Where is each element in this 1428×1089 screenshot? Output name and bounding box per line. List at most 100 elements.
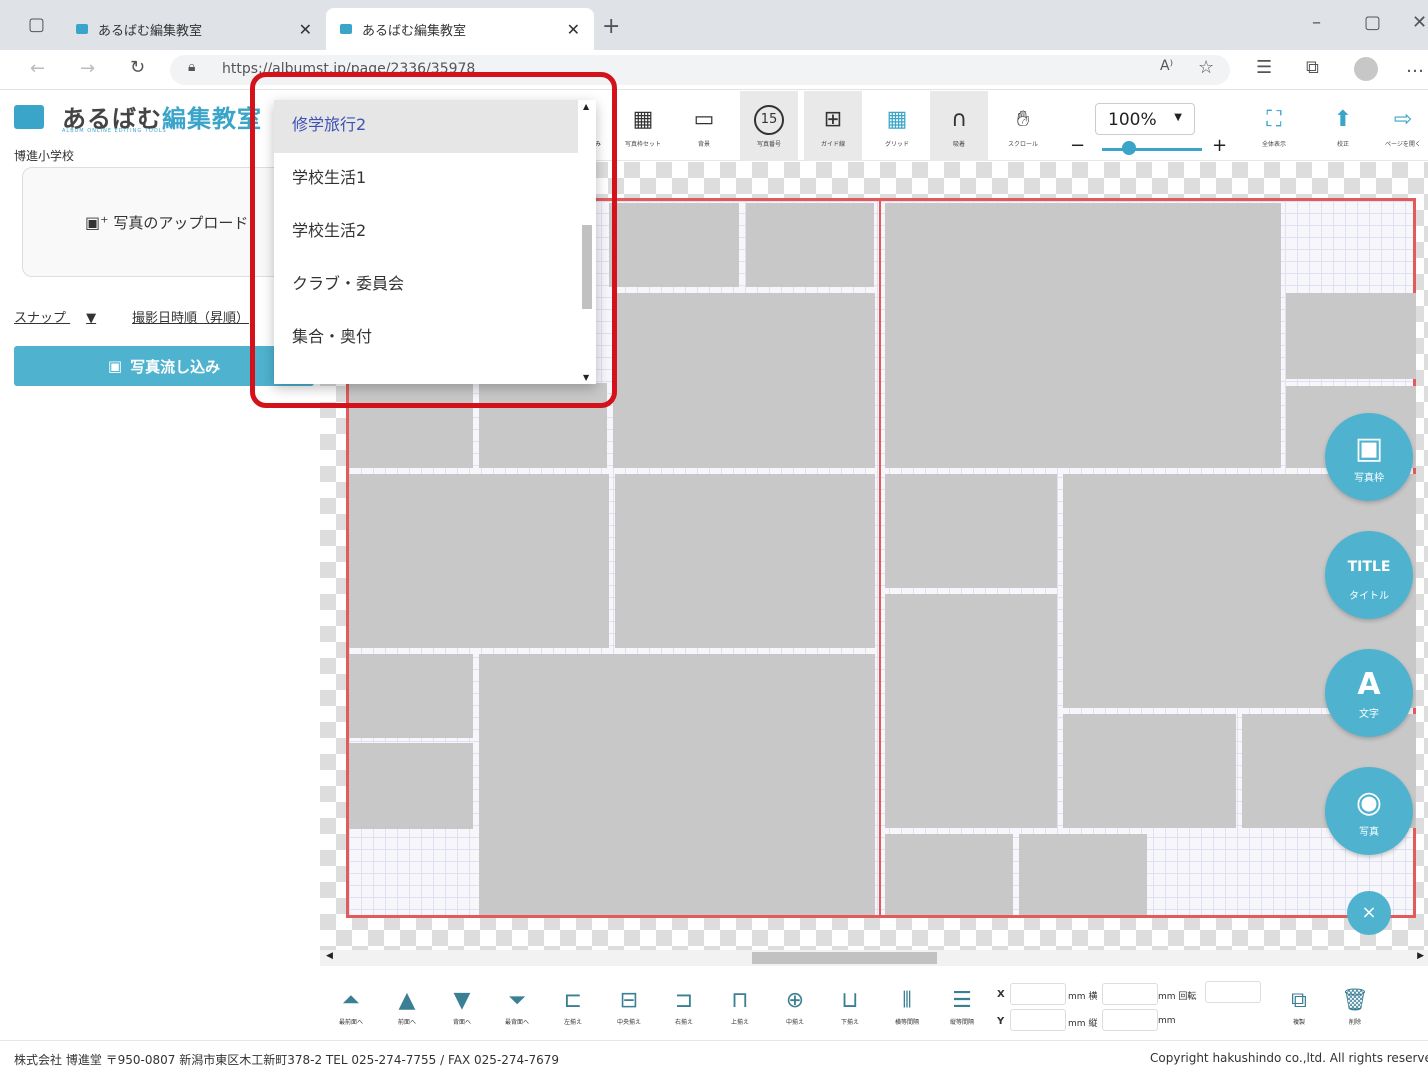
photo-frame[interactable]: [349, 474, 609, 648]
scrollbar-thumb[interactable]: [752, 952, 937, 964]
add-photo-frame-button[interactable]: ▣ 写真枠: [1325, 413, 1413, 501]
photo-frame[interactable]: [1286, 293, 1416, 379]
zoom-in-button[interactable]: +: [1212, 135, 1227, 156]
maximize-icon[interactable]: ▢: [1364, 12, 1381, 33]
add-title-button[interactable]: TITLE タイトル: [1325, 531, 1413, 619]
photo-frame[interactable]: [609, 203, 739, 287]
new-tab-icon[interactable]: +: [602, 14, 620, 39]
tool-label: 吸着: [952, 141, 965, 148]
reload-icon[interactable]: ↻: [130, 57, 145, 78]
collections-icon[interactable]: ⧉: [1306, 57, 1319, 78]
tool-fit-all[interactable]: ⛶ 全体表示: [1245, 91, 1303, 161]
chevron-down-icon: ▼: [86, 311, 97, 326]
photo-frame[interactable]: [885, 474, 1057, 588]
photo-frame[interactable]: [349, 654, 473, 738]
tool-label: 写真枠セット: [624, 141, 661, 148]
minimize-icon[interactable]: –: [1312, 12, 1321, 33]
favorite-icon[interactable]: ☆: [1198, 57, 1214, 78]
photo-frame[interactable]: [479, 654, 875, 915]
tool-label: 下揃え: [840, 1019, 859, 1026]
tool-label: 左揃え: [563, 1019, 582, 1026]
photo-frame[interactable]: [1063, 714, 1236, 828]
height-input[interactable]: [1102, 1009, 1158, 1031]
bring-forward-button[interactable]: ▲ 前面へ: [382, 987, 432, 1026]
tool-magnet[interactable]: ∩ 吸着: [930, 91, 988, 161]
tool-label: 削除: [1348, 1019, 1361, 1026]
read-aloud-icon[interactable]: A⁾: [1160, 58, 1173, 74]
photo-frame[interactable]: [885, 594, 1057, 828]
duplicate-icon: ⧉: [1291, 988, 1307, 1013]
tool-label: 最背面へ: [504, 1019, 529, 1026]
close-fab-menu-button[interactable]: ×: [1347, 891, 1391, 935]
camera-icon: ◉: [1355, 785, 1383, 820]
delete-button[interactable]: 🗑︎ 削除: [1330, 987, 1380, 1026]
photo-frame[interactable]: [1019, 834, 1147, 915]
zoom-slider-thumb[interactable]: [1122, 141, 1136, 155]
scroll-right-icon[interactable]: ▶: [1417, 951, 1424, 961]
tool-label: 写真番号: [756, 141, 781, 148]
guide-line-icon: ⊞: [823, 107, 843, 132]
tool-background[interactable]: ▭ 背景: [675, 91, 733, 161]
align-top-button[interactable]: ⊓ 上揃え: [715, 987, 765, 1026]
width-input[interactable]: [1102, 983, 1158, 1005]
tab-2-active[interactable]: あるばむ編集教室 ✕: [326, 8, 594, 50]
send-to-back-button[interactable]: ⏷ 最背面へ: [492, 987, 542, 1026]
tool-guide-line[interactable]: ⊞ ガイド線: [804, 91, 862, 161]
mm-label: mm: [1158, 1016, 1176, 1026]
tab-1[interactable]: あるばむ編集教室 ✕: [62, 8, 326, 50]
align-left-button[interactable]: ⊏ 左揃え: [548, 987, 598, 1026]
add-text-button[interactable]: A 文字: [1325, 649, 1413, 737]
photo-frame[interactable]: [615, 474, 875, 648]
tool-label: 横等間隔: [894, 1019, 919, 1026]
tool-proof[interactable]: ⬆ 校正: [1314, 91, 1372, 161]
forward-icon[interactable]: →: [80, 58, 95, 79]
align-center-button[interactable]: ⊟ 中央揃え: [604, 987, 654, 1026]
photo-frame[interactable]: [885, 834, 1013, 915]
magnet-icon: ∩: [950, 107, 968, 132]
arrange-toolbar: ⏶ 最前面へ ▲ 前面へ ▼ 背面へ ⏷ 最背面へ ⊏ 左揃え ⊟ 中央揃え ⊐ 右揃え ⊓ 上…: [320, 967, 1428, 1039]
tool-open-page[interactable]: ⇨ ページを開く: [1378, 91, 1428, 161]
more-icon[interactable]: …: [1406, 56, 1424, 77]
align-right-button[interactable]: ⊐ 右揃え: [659, 987, 709, 1026]
logo-accent: 編集教室: [162, 105, 262, 133]
photo-frame[interactable]: [349, 743, 473, 829]
fab-label: 写真: [1359, 827, 1379, 838]
zoom-out-button[interactable]: −: [1070, 135, 1085, 156]
canvas-horizontal-scrollbar[interactable]: ◀ ▶: [320, 950, 1428, 966]
scroll-left-icon[interactable]: ◀: [326, 951, 333, 961]
favicon-icon: [76, 24, 88, 34]
fab-label: タイトル: [1349, 591, 1389, 602]
back-icon[interactable]: ←: [30, 58, 45, 79]
close-window-icon[interactable]: ✕: [1412, 12, 1427, 33]
filter-select[interactable]: スナップ ▼: [14, 307, 96, 326]
photo-frame[interactable]: [613, 293, 875, 468]
tool-scroll[interactable]: ✋︎ スクロール: [994, 91, 1052, 161]
zoom-select[interactable]: 100% ▼: [1095, 103, 1195, 135]
send-backward-button[interactable]: ▼ 背面へ: [437, 987, 487, 1026]
photo-frame[interactable]: [746, 203, 874, 287]
distribute-vertical-button[interactable]: ☰ 縦等間隔: [937, 987, 987, 1026]
duplicate-button[interactable]: ⧉ 複製: [1274, 987, 1324, 1026]
photo-frame[interactable]: [885, 203, 1281, 468]
rotate-input[interactable]: [1205, 981, 1261, 1003]
pour-icon: ▣: [107, 357, 123, 375]
align-bottom-button[interactable]: ⊔ 下揃え: [825, 987, 875, 1026]
favorites-list-icon[interactable]: ☰: [1256, 57, 1272, 78]
y-input[interactable]: [1010, 1009, 1066, 1031]
x-input[interactable]: [1010, 983, 1066, 1005]
add-photo-button[interactable]: ◉ 写真: [1325, 767, 1413, 855]
distribute-horizontal-button[interactable]: ⫴ 横等間隔: [882, 987, 932, 1026]
close-tab-icon[interactable]: ✕: [299, 20, 312, 39]
tool-grid[interactable]: ▦ グリッド: [868, 91, 926, 161]
close-tab-icon[interactable]: ✕: [567, 20, 580, 39]
profile-avatar[interactable]: [1354, 57, 1378, 81]
bring-to-front-button[interactable]: ⏶ 最前面へ: [326, 987, 376, 1026]
align-center-icon: ⊟: [619, 988, 639, 1013]
zoom-slider-track[interactable]: [1102, 148, 1202, 151]
send-to-back-icon: ⏷: [508, 988, 526, 1013]
align-middle-button[interactable]: ⊕ 中揃え: [770, 987, 820, 1026]
tab-actions-icon[interactable]: ▢: [28, 14, 45, 35]
tool-photo-number[interactable]: 15 写真番号: [740, 91, 798, 161]
sort-select[interactable]: 撮影日時順（昇順）: [132, 307, 249, 326]
tool-frame-set[interactable]: ▦ 写真枠セット: [614, 91, 672, 161]
